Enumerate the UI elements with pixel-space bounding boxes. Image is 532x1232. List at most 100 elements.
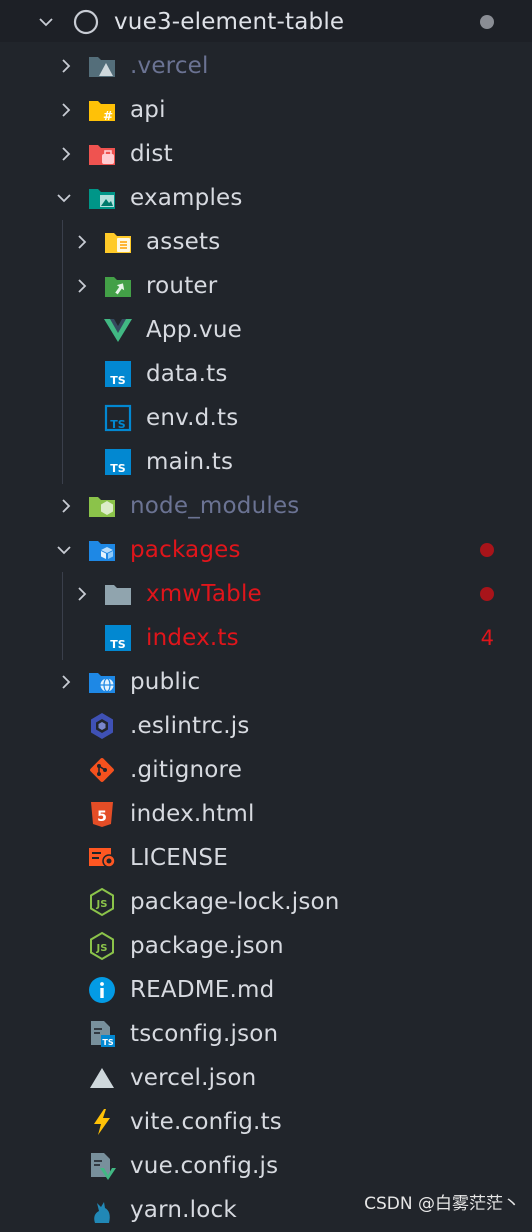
tree-item-router-folder[interactable]: router xyxy=(0,264,532,308)
tree-item-label: tsconfig.json xyxy=(130,1021,279,1047)
plain-folder-icon xyxy=(105,585,131,605)
tree-item-examples-folder[interactable]: examples xyxy=(0,176,532,220)
html5-icon: 5 xyxy=(91,802,113,827)
chevron-down-icon[interactable] xyxy=(38,14,54,30)
tree-item-dist-folder[interactable]: dist xyxy=(0,132,532,176)
chevron-down-icon[interactable] xyxy=(56,190,72,206)
chevron-right-icon[interactable] xyxy=(74,234,90,250)
svg-text:TS: TS xyxy=(110,638,126,651)
tree-item-label: main.ts xyxy=(146,449,234,475)
tree-item-vercel-folder[interactable]: .vercel xyxy=(0,44,532,88)
vercel-folder-icon xyxy=(89,57,115,77)
yarn-cat-icon xyxy=(94,1202,110,1223)
tree-item-tsconfig[interactable]: TS tsconfig.json xyxy=(0,1012,532,1056)
chevron-right-icon[interactable] xyxy=(58,498,74,514)
svg-text:TS: TS xyxy=(102,1038,113,1047)
tree-item-label: vercel.json xyxy=(130,1065,257,1091)
tree-item-api-folder[interactable]: # api xyxy=(0,88,532,132)
tree-item-gitignore[interactable]: .gitignore xyxy=(0,748,532,792)
assets-folder-icon xyxy=(105,233,131,253)
git-icon xyxy=(90,758,114,782)
api-folder-icon: # xyxy=(89,101,115,123)
chevron-down-icon[interactable] xyxy=(56,542,72,558)
chevron-right-icon[interactable] xyxy=(58,146,74,162)
tree-item-label: packages xyxy=(130,537,241,563)
error-status-dot xyxy=(480,543,494,557)
info-icon xyxy=(89,977,115,1003)
tree-item-license[interactable]: LICENSE xyxy=(0,836,532,880)
tree-item-readme[interactable]: README.md xyxy=(0,968,532,1012)
ts-file-icon: TS xyxy=(105,625,131,651)
tree-item-vue-config[interactable]: vue.config.js xyxy=(0,1144,532,1188)
tree-item-label: data.ts xyxy=(146,361,228,387)
error-status-dot xyxy=(480,587,494,601)
tree-item-label: LICENSE xyxy=(130,845,228,871)
tree-item-node-modules-folder[interactable]: node_modules xyxy=(0,484,532,528)
tree-item-label: .vercel xyxy=(130,53,209,79)
svg-text:TS: TS xyxy=(110,374,126,387)
vercel-triangle-icon xyxy=(90,1068,114,1088)
tree-item-label: node_modules xyxy=(130,493,300,519)
tree-item-label: dist xyxy=(130,141,173,167)
license-icon xyxy=(89,848,116,868)
nodejs-icon: JS xyxy=(90,931,114,961)
chevron-right-icon[interactable] xyxy=(58,102,74,118)
tree-item-label: public xyxy=(130,669,201,695)
tree-item-package-lock-json[interactable]: JS package-lock.json xyxy=(0,880,532,924)
svg-text:JS: JS xyxy=(96,943,108,954)
unsaved-status-dot xyxy=(480,15,494,29)
tree-item-label: examples xyxy=(130,185,243,211)
tree-item-label: vue.config.js xyxy=(130,1153,279,1179)
examples-folder-icon xyxy=(89,189,115,209)
svg-text:JS: JS xyxy=(96,899,108,910)
svg-text:#: # xyxy=(103,109,113,123)
tree-item-vercel-json[interactable]: vercel.json xyxy=(0,1056,532,1100)
vue-config-icon xyxy=(91,1153,116,1180)
svg-text:TS: TS xyxy=(110,418,126,431)
tree-item-env-d-ts[interactable]: TS env.d.ts xyxy=(0,396,532,440)
dist-folder-icon xyxy=(89,145,115,165)
tree-root-vue3-element-table[interactable]: vue3-element-table xyxy=(0,0,532,44)
tree-item-assets-folder[interactable]: assets xyxy=(0,220,532,264)
tree-item-label: xmwTable xyxy=(146,581,262,607)
vite-lightning-icon xyxy=(94,1109,110,1135)
tree-item-label: env.d.ts xyxy=(146,405,239,431)
tree-item-packages-folder[interactable]: packages xyxy=(0,528,532,572)
vue-file-icon xyxy=(104,319,132,342)
tree-item-xmwtable-folder[interactable]: xmwTable xyxy=(0,572,532,616)
packages-folder-icon xyxy=(89,541,115,561)
tree-item-label: router xyxy=(146,273,218,299)
tree-item-label: package-lock.json xyxy=(130,889,340,915)
circle-outline-icon xyxy=(73,9,99,35)
tree-item-label: README.md xyxy=(130,977,275,1003)
tree-item-main-ts[interactable]: TS main.ts xyxy=(0,440,532,484)
svg-text:TS: TS xyxy=(110,462,126,475)
ts-file-icon: TS xyxy=(105,361,131,387)
tree-item-label: assets xyxy=(146,229,221,255)
tree-item-label: package.json xyxy=(130,933,284,959)
tree-item-package-json[interactable]: JS package.json xyxy=(0,924,532,968)
chevron-right-icon[interactable] xyxy=(58,58,74,74)
chevron-right-icon[interactable] xyxy=(74,586,90,602)
tree-item-public-folder[interactable]: public xyxy=(0,660,532,704)
node-modules-folder-icon xyxy=(89,497,115,517)
tree-item-index-html[interactable]: 5 index.html xyxy=(0,792,532,836)
tree-item-data-ts[interactable]: TS data.ts xyxy=(0,352,532,396)
nodejs-icon: JS xyxy=(90,887,114,917)
public-folder-icon xyxy=(89,673,115,693)
ts-file-icon: TS xyxy=(105,449,131,475)
ts-declaration-file-icon: TS xyxy=(104,404,132,432)
tree-item-eslintrc[interactable]: .eslintrc.js xyxy=(0,704,532,748)
tsconfig-icon: TS xyxy=(91,1021,115,1047)
tree-item-label: .eslintrc.js xyxy=(130,713,250,739)
chevron-right-icon[interactable] xyxy=(58,674,74,690)
tree-item-index-ts[interactable]: TS index.ts 4 xyxy=(0,616,532,660)
tree-item-app-vue[interactable]: App.vue xyxy=(0,308,532,352)
chevron-right-icon[interactable] xyxy=(74,278,90,294)
tree-item-vite-config[interactable]: vite.config.ts xyxy=(0,1100,532,1144)
eslint-icon xyxy=(91,713,113,739)
tree-item-label: App.vue xyxy=(146,317,242,343)
tree-item-label: vite.config.ts xyxy=(130,1109,282,1135)
tree-item-label: index.ts xyxy=(146,625,239,651)
root-folder-label: vue3-element-table xyxy=(114,9,345,35)
